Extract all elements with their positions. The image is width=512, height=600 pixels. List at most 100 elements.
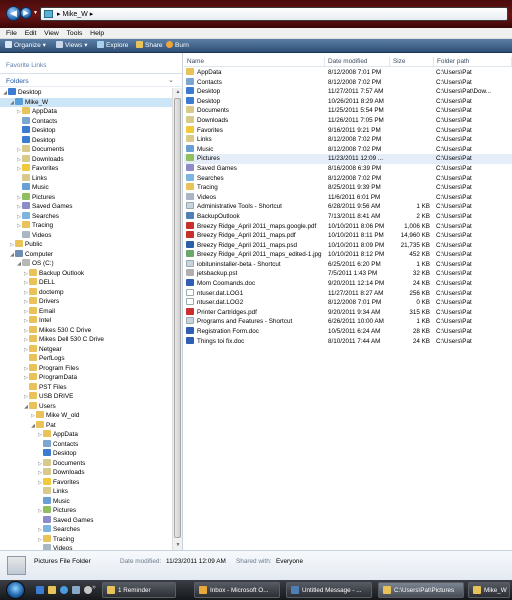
table-row[interactable]: ntuser.dat.LOG2 8/12/2008 7:01 PM 0 KB C:\U… — [184, 298, 512, 308]
file-name-cell[interactable]: Searches — [186, 173, 324, 184]
file-name-cell[interactable]: Breezy Ridge_April 2011_maps.psd — [186, 240, 324, 251]
views-button[interactable]: Views ▾ — [56, 41, 88, 51]
file-name-cell[interactable]: Breezy Ridge_April 2011_maps_edited-1.jp… — [186, 250, 324, 260]
table-row[interactable]: Printer Cartridges.pdf 9/20/2011 9:34 AM 3… — [184, 307, 512, 318]
tree-item[interactable]: ◢ Users — [0, 401, 172, 412]
file-name-cell[interactable]: Downloads — [186, 115, 324, 126]
table-row[interactable]: iobituninstaller-beta - Shortcut 6/25/201… — [184, 259, 512, 270]
history-dropdown-icon[interactable]: ▼ — [33, 10, 38, 16]
internet-explorer-icon[interactable] — [60, 586, 68, 594]
tree-item[interactable]: ▷ doctemp — [0, 287, 172, 298]
folder-tree-scrollbar[interactable]: ▲ ▼ — [172, 88, 182, 550]
table-row[interactable]: Favorites 9/16/2011 9:21 PM C:\Users\Pat — [184, 125, 512, 136]
table-row[interactable]: Saved Games 8/16/2008 6:39 PM C:\Users\Pat — [184, 163, 512, 174]
tree-item[interactable]: ◢ Desktop — [0, 88, 172, 98]
tree-item[interactable]: ▷ Tracing — [0, 221, 172, 231]
tree-item[interactable]: Videos — [0, 230, 172, 241]
table-row[interactable]: ntuser.dat.LOG1 11/27/2011 8:27 AM 256 KB C… — [184, 288, 512, 299]
quick-launch-icon[interactable] — [84, 586, 92, 594]
tree-item[interactable]: ▷ Saved Games — [0, 202, 172, 212]
table-row[interactable]: Breezy Ridge_April 2011_maps.psd 10/10/20… — [184, 240, 512, 251]
tree-item[interactable]: ▷ Pictures — [0, 192, 172, 203]
tree-item[interactable]: ▷ Drivers — [0, 297, 172, 307]
tree-item[interactable]: ▷ Intel — [0, 316, 172, 326]
table-row[interactable]: Videos 11/6/2011 6:01 PM C:\Users\Pat — [184, 192, 512, 203]
table-row[interactable]: Administrative Tools - Shortcut 6/28/2011… — [184, 202, 512, 212]
taskbar-button[interactable]: C:\Users\Pat\Pictures — [378, 582, 464, 598]
table-row[interactable]: AppData 8/12/2008 7:01 PM C:\Users\Pat — [184, 68, 512, 78]
taskbar-button[interactable]: 1 Reminder — [102, 582, 176, 598]
tree-item[interactable]: ▷ Documents — [0, 145, 172, 155]
tree-item[interactable]: ▷ Mikes Dell 530 C Drive — [0, 335, 172, 345]
tree-item[interactable]: PST Files — [0, 382, 172, 393]
tree-item[interactable]: ◢ OS (C:) — [0, 259, 172, 269]
file-name-cell[interactable]: ntuser.dat.LOG2 — [186, 298, 324, 308]
folders-header[interactable]: Folders ⌄ — [0, 73, 182, 87]
scroll-up-icon[interactable]: ▲ — [173, 88, 182, 97]
column-folder-path[interactable]: Folder path — [434, 57, 512, 67]
table-row[interactable]: Documents 11/25/2011 5:54 PM C:\Users\Pat — [184, 106, 512, 116]
file-name-cell[interactable]: Programs and Features - Shortcut — [186, 317, 324, 327]
quick-launch-icon[interactable] — [72, 586, 80, 594]
tree-item[interactable]: ▷ ProgramData — [0, 373, 172, 383]
tree-item[interactable]: PerfLogs — [0, 354, 172, 364]
tree-item[interactable]: ◢ Mike_W — [0, 97, 172, 107]
breadcrumb-separator[interactable]: ▸ — [90, 11, 94, 18]
table-row[interactable]: Links 8/12/2008 7:02 PM C:\Users\Pat — [184, 135, 512, 145]
tree-item[interactable]: ▷ Mike W_old — [0, 411, 172, 421]
start-button[interactable] — [6, 581, 25, 599]
scrollbar-thumb[interactable] — [174, 98, 181, 538]
menu-help[interactable]: Help — [87, 28, 107, 39]
tree-item[interactable]: ▷ Tracing — [0, 534, 172, 545]
table-row[interactable]: BackupOutlook 7/13/2011 8:41 AM 2 KB C:\Use… — [184, 211, 512, 222]
chevron-down-icon[interactable]: ⌄ — [168, 76, 174, 84]
tree-item[interactable]: ▷ Pictures — [0, 506, 172, 516]
tree-item[interactable]: ▷ Public — [0, 240, 172, 250]
table-row[interactable]: Breezy Ridge_April 2011_maps_edited-1.jp… — [184, 250, 512, 260]
file-name-cell[interactable]: Videos — [186, 192, 324, 203]
file-name-cell[interactable]: ntuser.dat.LOG1 — [186, 288, 324, 299]
explore-button[interactable]: Explore — [97, 41, 128, 51]
file-name-cell[interactable]: Saved Games — [186, 163, 324, 174]
tree-item[interactable]: Music — [0, 496, 172, 507]
column-size[interactable]: Size — [390, 57, 434, 67]
breadcrumb-item-mike-w[interactable]: Mike_W — [62, 11, 87, 18]
tree-item[interactable]: ▷ USB DRIVE — [0, 392, 172, 402]
burn-button[interactable]: Burn — [166, 41, 189, 51]
favorite-links-title[interactable]: Favorite Links — [6, 62, 46, 69]
table-row[interactable]: Music 8/12/2008 7:02 PM C:\Users\Pat — [184, 144, 512, 155]
tree-item[interactable]: Contacts — [0, 116, 172, 127]
file-name-cell[interactable]: Things toi fix.doc — [186, 336, 324, 347]
tree-item[interactable]: ◢ Computer — [0, 249, 172, 260]
column-name[interactable]: Name — [184, 57, 325, 67]
table-row[interactable]: jetsbackup.pst 7/5/2011 1:43 PM 32 KB C:\Us… — [184, 269, 512, 279]
file-name-cell[interactable]: Links — [186, 135, 324, 145]
file-name-cell[interactable]: Desktop — [186, 96, 324, 107]
scroll-down-icon[interactable]: ▼ — [173, 541, 182, 550]
column-date-modified[interactable]: Date modified — [325, 57, 390, 67]
tree-item[interactable]: ▷ Netgear — [0, 344, 172, 355]
menu-edit[interactable]: Edit — [22, 28, 40, 39]
menu-view[interactable]: View — [41, 28, 62, 39]
table-row[interactable]: Desktop 10/26/2011 8:29 AM C:\Users\Pat — [184, 96, 512, 107]
file-name-cell[interactable]: jetsbackup.pst — [186, 269, 324, 279]
tree-item[interactable]: ▷ Backup Outlook — [0, 268, 172, 279]
tree-item[interactable]: ▷ AppData — [0, 430, 172, 440]
tree-item[interactable]: ▷ Program Files — [0, 363, 172, 374]
file-name-cell[interactable]: Contacts — [186, 77, 324, 88]
organize-button[interactable]: Organize ▾ — [5, 41, 46, 51]
tree-item[interactable]: ▷ Favorites — [0, 477, 172, 488]
tree-item[interactable]: ▷ Mikes 530 C Drive — [0, 325, 172, 336]
tree-item[interactable]: Desktop — [0, 449, 172, 459]
tree-item[interactable]: ▷ Searches — [0, 211, 172, 222]
file-name-cell[interactable]: Music — [186, 144, 324, 155]
favorite-links-section[interactable]: Favorite Links — [0, 53, 182, 73]
quick-launch-overflow[interactable]: » — [92, 584, 96, 591]
table-row[interactable]: Tracing 8/25/2011 9:39 PM C:\Users\Pat — [184, 183, 512, 193]
address-bar[interactable]: ▸ Mike_W ▸ — [40, 7, 508, 21]
file-name-cell[interactable]: AppData — [186, 68, 324, 78]
tree-item[interactable]: ▷ Downloads — [0, 468, 172, 478]
file-name-cell[interactable]: BackupOutlook — [186, 211, 324, 222]
table-row[interactable]: Registration Form.doc 10/5/2011 6:24 AM 28… — [184, 327, 512, 337]
table-row[interactable]: Searches 8/12/2008 7:02 PM C:\Users\Pat — [184, 173, 512, 184]
